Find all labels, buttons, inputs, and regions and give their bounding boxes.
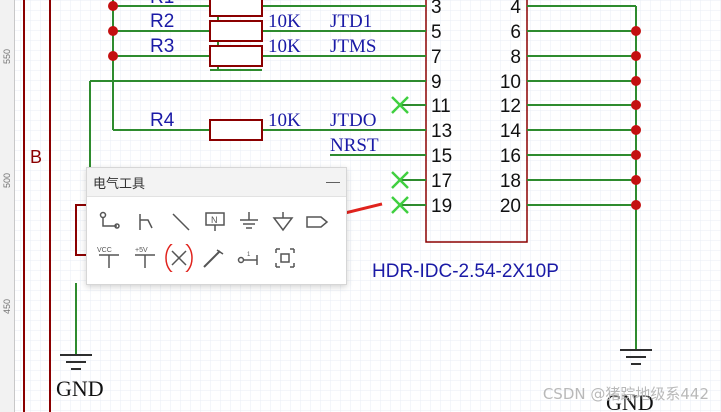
resistor-value-r3: 10K <box>268 36 301 57</box>
pin-5: 5 <box>431 22 442 43</box>
pin-11: 11 <box>431 96 451 117</box>
pin-15: 15 <box>431 146 452 167</box>
ruler-mark-500: 500 <box>2 172 12 188</box>
pin-10: 10 <box>500 72 521 93</box>
resistor-ref-r3: R3 <box>150 36 174 57</box>
bus-entry-tool-icon[interactable] <box>131 208 159 236</box>
svg-text:+5V: +5V <box>135 247 148 254</box>
pin-12: 12 <box>500 96 521 117</box>
resistor-ref-r2: R2 <box>150 11 174 32</box>
pin-8: 8 <box>510 47 521 68</box>
pin-17: 17 <box>431 171 452 192</box>
pin-14: 14 <box>500 121 522 142</box>
resistor-ref-r1: R1 <box>150 0 174 8</box>
net-label-jtms: JTMS <box>330 36 376 57</box>
plus5v-tool-icon[interactable]: +5V <box>131 244 159 272</box>
connector-label: HDR-IDC-2.54-2X10P <box>372 261 559 282</box>
svg-text:1: 1 <box>247 252 251 258</box>
resistor-value-r2: 10K <box>268 11 301 32</box>
svg-text:N: N <box>211 215 218 225</box>
csdn-watermark: CSDN @猪踪地级系442 <box>542 385 709 403</box>
ground-tool-icon[interactable] <box>235 208 263 236</box>
panel-header[interactable]: 电气工具 — <box>87 168 346 197</box>
panel-title: 电气工具 <box>93 177 146 192</box>
svg-text:VCC: VCC <box>97 247 112 254</box>
pin-6: 6 <box>510 22 521 43</box>
wire-tool-icon[interactable] <box>95 208 123 236</box>
probe-tool-icon[interactable] <box>199 244 227 272</box>
net-label-jtd1: JTD1 <box>330 11 372 32</box>
electrical-tools-panel: 电气工具 — N VCC +5V 1 <box>86 167 347 285</box>
pin-13: 13 <box>431 121 452 142</box>
pin-19: 19 <box>431 196 452 217</box>
ground-triangle-tool-icon[interactable] <box>269 208 297 236</box>
resistor-ref-r4: R4 <box>150 110 175 131</box>
minimize-button[interactable]: — <box>326 172 340 190</box>
pin-9: 9 <box>431 72 442 93</box>
ruler-mark-550: 550 <box>2 48 12 64</box>
sheet-label: B <box>30 147 42 167</box>
no-connect-flag-icon[interactable] <box>165 244 193 272</box>
net-label-nrst: NRST <box>330 135 379 156</box>
ruler-mark-450: 450 <box>2 298 12 314</box>
resistor-value-r4: 10K <box>268 110 301 131</box>
vertical-ruler[interactable]: 550 500 450 <box>0 0 15 412</box>
sheet-symbol-tool-icon[interactable] <box>271 244 299 272</box>
vcc-tool-icon[interactable]: VCC <box>95 244 123 272</box>
pin-4: 4 <box>510 0 521 18</box>
net-label-jtdo: JTDO <box>330 110 376 131</box>
pin-7: 7 <box>431 47 442 68</box>
pin-tool-icon[interactable]: 1 <box>235 244 263 272</box>
gnd-label-left: GND <box>56 376 104 401</box>
line-tool-icon[interactable] <box>167 208 195 236</box>
net-port-tool-icon[interactable] <box>303 208 331 236</box>
net-label-tool-icon[interactable]: N <box>201 208 229 236</box>
pin-18: 18 <box>500 171 521 192</box>
pin-20: 20 <box>500 196 521 217</box>
pin-3: 3 <box>431 0 442 18</box>
pin-16: 16 <box>500 146 521 167</box>
